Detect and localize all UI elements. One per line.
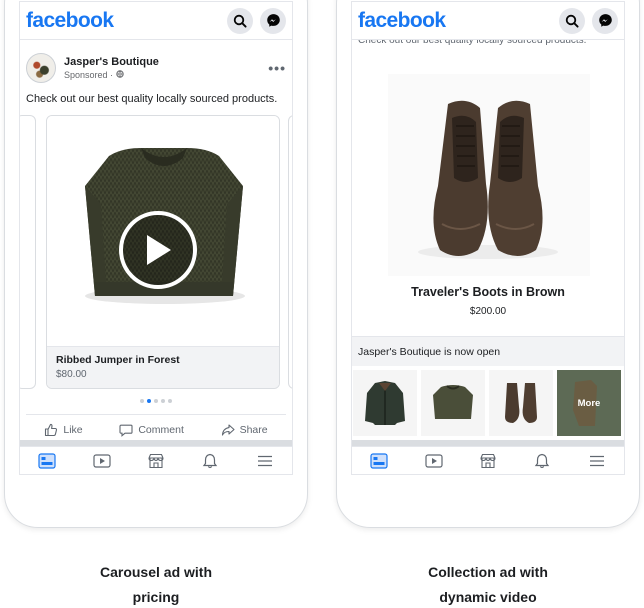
- marketplace-icon[interactable]: [479, 453, 497, 469]
- carousel-card-next[interactable]: [288, 115, 292, 389]
- facebook-logo: facebook: [358, 8, 446, 32]
- pager-dot[interactable]: [161, 399, 165, 403]
- app-header: facebook: [20, 2, 292, 40]
- carousel-pager: [20, 399, 292, 403]
- store-banner[interactable]: Jasper's Boutique is now open: [352, 336, 624, 366]
- share-button[interactable]: Share: [221, 423, 268, 437]
- phone-screen: facebook Check out our best quality loca…: [351, 1, 625, 475]
- like-icon: [45, 423, 58, 436]
- carousel-card[interactable]: Ribbed Jumper in Forest $80.00: [46, 115, 280, 389]
- comment-icon: [119, 424, 133, 437]
- app-header: facebook: [352, 2, 624, 40]
- pager-dot[interactable]: [154, 399, 158, 403]
- bottom-nav: [20, 446, 292, 474]
- phone-mockup-collection: facebook Check out our best quality loca…: [336, 0, 640, 528]
- post-text: Check out our best quality locally sourc…: [26, 93, 278, 105]
- play-video-button[interactable]: [119, 211, 197, 289]
- page-name[interactable]: Jasper's Boutique: [64, 56, 268, 68]
- more-label: More: [577, 397, 601, 409]
- product-price: $200.00: [469, 306, 507, 317]
- bell-icon[interactable]: [201, 453, 219, 469]
- menu-icon[interactable]: [256, 453, 274, 469]
- share-label: Share: [239, 423, 268, 436]
- marketplace-icon[interactable]: [147, 453, 165, 469]
- caption-carousel-line2: pricing: [132, 589, 180, 605]
- post-header: Jasper's Boutique Sponsored · •••: [26, 52, 286, 84]
- carousel-card-prev[interactable]: [20, 115, 36, 389]
- video-icon[interactable]: [92, 453, 111, 469]
- like-label: Like: [63, 423, 83, 436]
- comment-label: Comment: [138, 423, 184, 436]
- product-thumbnails: More: [353, 370, 624, 436]
- sponsored-text: Sponsored ·: [64, 70, 116, 80]
- menu-icon[interactable]: [588, 453, 606, 469]
- messenger-icon[interactable]: [260, 7, 286, 34]
- thumbnail-jacket[interactable]: [353, 370, 417, 436]
- like-button[interactable]: Like: [44, 423, 83, 437]
- sponsored-label: Sponsored ·: [64, 70, 268, 80]
- messenger-icon[interactable]: [592, 7, 618, 34]
- pager-dot[interactable]: [168, 399, 172, 403]
- phone-screen: facebook Jasper's Boutique Sponsored · •…: [19, 1, 293, 475]
- comment-button[interactable]: Comment: [119, 423, 184, 437]
- product-title[interactable]: Traveler's Boots in Brown: [352, 285, 624, 299]
- search-icon[interactable]: [559, 7, 585, 34]
- phone-mockup-carousel: facebook Jasper's Boutique Sponsored · •…: [4, 0, 308, 528]
- search-icon[interactable]: [227, 7, 253, 34]
- caption-collection: Collection ad with dynamic video: [338, 560, 638, 608]
- thumbnail-boots[interactable]: [489, 370, 553, 436]
- globe-icon: [115, 70, 124, 80]
- product-image-sweater: [47, 116, 279, 346]
- facebook-logo: facebook: [26, 8, 114, 32]
- video-icon[interactable]: [424, 453, 443, 469]
- page-avatar[interactable]: [26, 53, 56, 83]
- caption-carousel-line1: Carousel ad with: [99, 564, 213, 580]
- caption-collection-line2: dynamic video: [439, 589, 537, 605]
- caption-carousel: Carousel ad with pricing: [6, 560, 306, 608]
- card-price: $80.00: [56, 369, 87, 380]
- card-title: Ribbed Jumper in Forest: [56, 354, 180, 366]
- boots-image: [388, 74, 590, 276]
- bell-icon[interactable]: [533, 453, 551, 469]
- caption-collection-line1: Collection ad with: [428, 564, 548, 580]
- thumbnail-more[interactable]: More: [557, 370, 621, 436]
- play-icon: [147, 235, 171, 265]
- card-info: Ribbed Jumper in Forest $80.00: [47, 346, 279, 388]
- pager-dot[interactable]: [147, 399, 151, 403]
- bottom-nav: [352, 446, 624, 474]
- home-icon[interactable]: [38, 452, 56, 469]
- share-icon: [221, 423, 235, 436]
- hero-product-image[interactable]: [388, 74, 590, 276]
- more-dots-icon[interactable]: •••: [268, 60, 286, 76]
- thumbnail-sweater[interactable]: [421, 370, 485, 436]
- pager-dot[interactable]: [140, 399, 144, 403]
- home-icon[interactable]: [370, 452, 388, 469]
